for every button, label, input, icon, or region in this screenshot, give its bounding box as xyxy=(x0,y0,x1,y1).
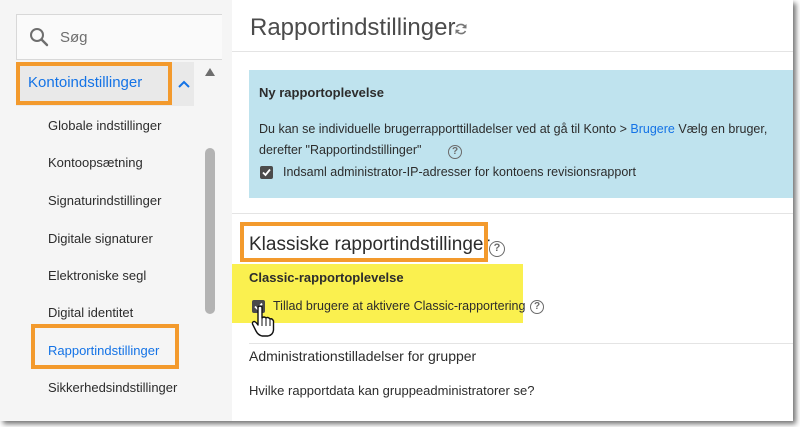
refresh-icon[interactable] xyxy=(454,22,468,36)
scrollbar-thumb[interactable] xyxy=(205,148,215,314)
sidebar-item-kontoopsaetning[interactable]: Kontoopsætning xyxy=(48,155,143,170)
highlight-frame-parent xyxy=(16,62,172,105)
scroll-up-arrow-icon[interactable] xyxy=(205,68,215,76)
highlight-frame-section-title xyxy=(240,222,488,262)
hand-pointer-cursor-icon xyxy=(251,305,275,337)
search-icon xyxy=(30,28,49,47)
info-text-start: Du kan se individuelle brugerrapporttill… xyxy=(259,122,631,136)
sidebar-item-digital-identitet[interactable]: Digital identitet xyxy=(48,305,133,320)
divider xyxy=(249,343,793,344)
search-input[interactable]: Søg xyxy=(16,14,222,60)
users-link[interactable]: Brugere xyxy=(630,122,674,136)
title-bar: Rapportindstillinger xyxy=(232,0,793,52)
classic-reporting-checkbox-label: Tillad brugere at aktivere Classic-rappo… xyxy=(273,299,526,313)
ip-address-checkbox-label: Indsaml administrator-IP-adresser for ko… xyxy=(283,165,636,179)
info-box-text: Du kan se individuelle brugerrapporttill… xyxy=(259,119,779,161)
ip-address-checkbox[interactable] xyxy=(260,166,273,179)
classic-subtitle: Classic-rapportoplevelse xyxy=(249,270,404,285)
sidebar-item-signaturindstillinger[interactable]: Signaturindstillinger xyxy=(48,193,161,208)
help-icon[interactable]: ? xyxy=(530,300,544,314)
highlight-frame-active-item xyxy=(31,324,179,369)
sidebar-item-globale-indstillinger[interactable]: Globale indstillinger xyxy=(48,118,161,133)
page-title: Rapportindstillinger xyxy=(250,14,456,41)
sidebar: Søg Kontoindstillinger Globale indstilli… xyxy=(0,0,222,421)
chevron-up-icon[interactable] xyxy=(178,79,190,89)
group-permissions-heading: Administrationstilladelser for grupper xyxy=(249,348,477,364)
help-icon[interactable]: ? xyxy=(448,145,462,159)
help-icon[interactable]: ? xyxy=(489,241,505,257)
group-permissions-question: Hvilke rapportdata kan gruppeadministrat… xyxy=(249,383,535,398)
sidebar-item-elektroniske-segl[interactable]: Elektroniske segl xyxy=(48,268,146,283)
divider xyxy=(232,213,793,214)
sidebar-item-sikkerhedsindstillinger[interactable]: Sikkerhedsindstillinger xyxy=(48,380,177,395)
info-box-title: Ny rapportoplevelse xyxy=(259,85,384,100)
app-window: Søg Kontoindstillinger Globale indstilli… xyxy=(0,0,793,421)
sidebar-item-digitale-signaturer[interactable]: Digitale signaturer xyxy=(48,231,153,246)
search-placeholder: Søg xyxy=(60,29,88,46)
main-panel: Rapportindstillinger Ny rapportoplevelse… xyxy=(232,0,793,421)
